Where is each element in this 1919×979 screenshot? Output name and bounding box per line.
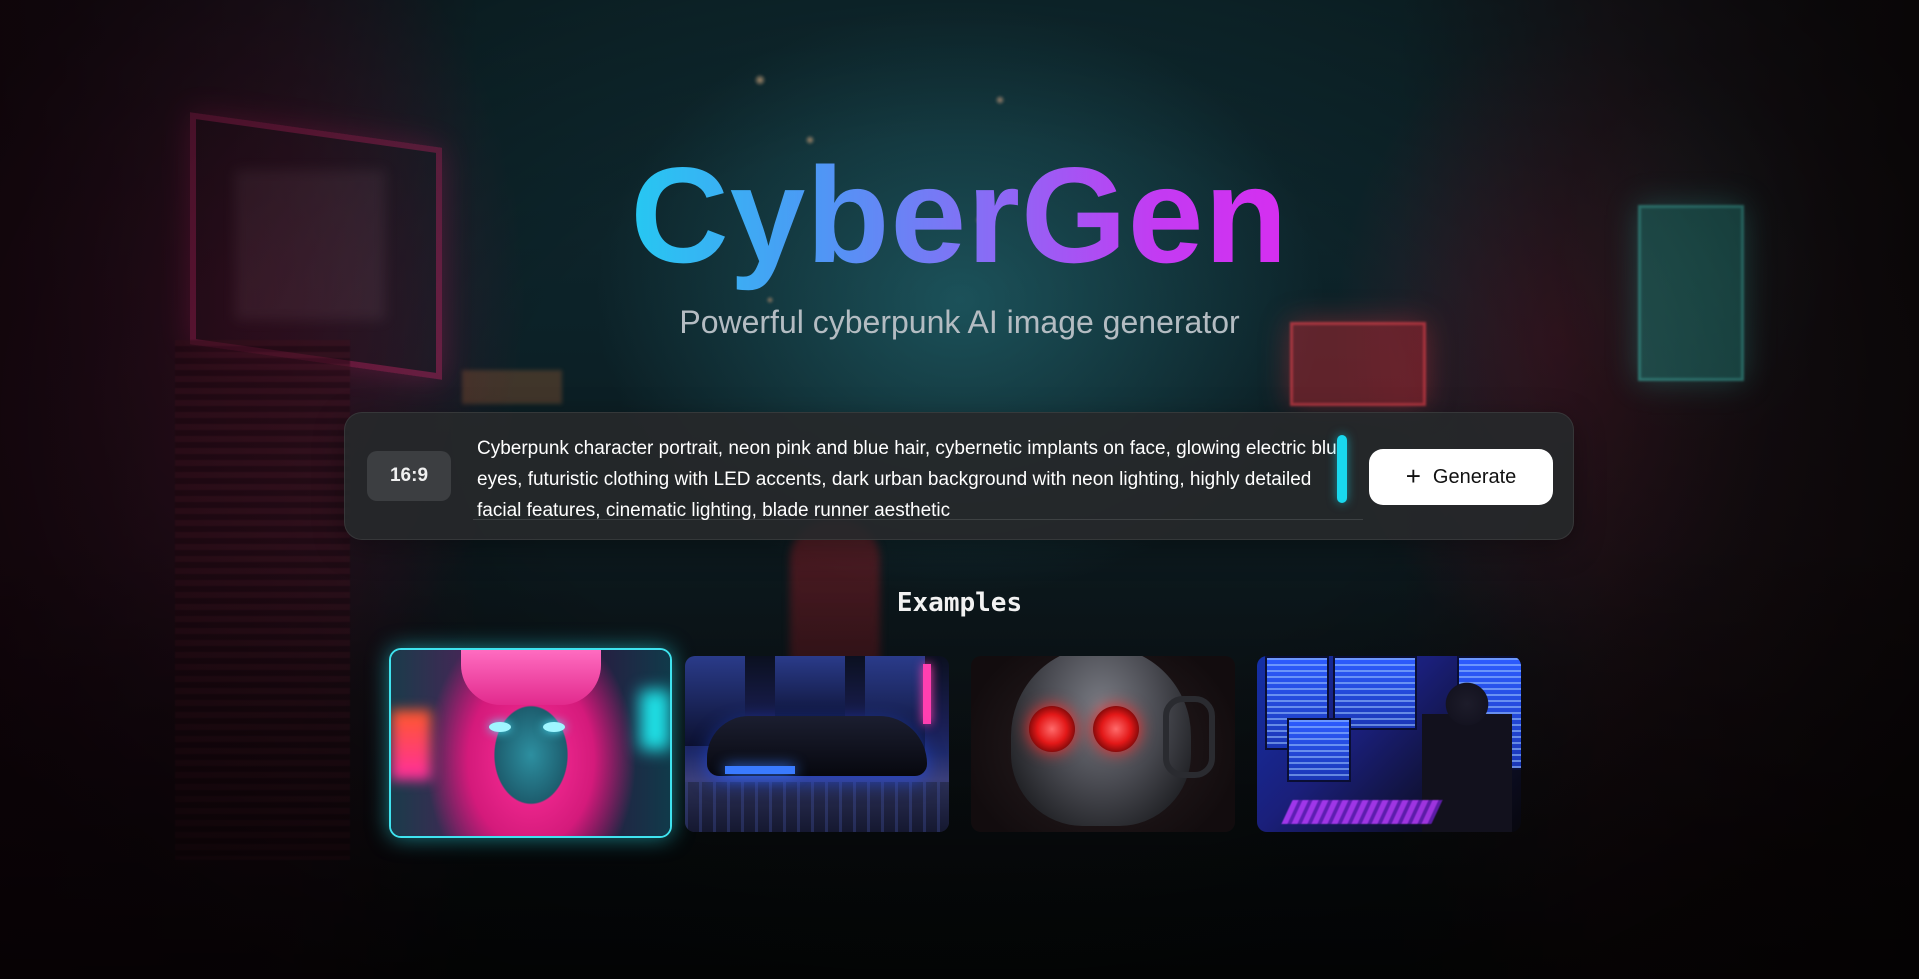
example-thumbnail-hacker[interactable] xyxy=(1257,656,1521,832)
hacker-screen xyxy=(1287,718,1351,782)
generate-button[interactable]: + Generate xyxy=(1369,449,1553,505)
car-neon-strip xyxy=(923,664,931,724)
example-image-robot xyxy=(971,656,1235,832)
prompt-divider xyxy=(473,519,1363,520)
app-subtitle: Powerful cyberpunk AI image generator xyxy=(679,304,1240,340)
page: CyberGen Powerful cyberpunk AI image gen… xyxy=(0,0,1919,979)
example-image-hacker xyxy=(1257,656,1521,832)
portrait-right-eye xyxy=(543,722,565,732)
hacker-keyboard xyxy=(1281,800,1443,824)
app-title: CyberGen xyxy=(0,140,1919,290)
app-title-text: CyberGen xyxy=(630,139,1289,291)
robot-headphone xyxy=(1163,696,1215,778)
prompt-bar: 16:9 Cyberpunk character portrait, neon … xyxy=(344,412,1574,540)
example-thumbnail-car[interactable] xyxy=(685,656,949,832)
portrait-side-light xyxy=(391,710,431,780)
example-image-car xyxy=(685,656,949,832)
aspect-ratio-button[interactable]: 16:9 xyxy=(367,451,451,501)
car-road xyxy=(685,782,949,832)
robot-right-eye xyxy=(1093,706,1139,752)
plus-icon: + xyxy=(1405,461,1421,491)
example-image-portrait xyxy=(391,650,670,836)
generate-button-label: Generate xyxy=(1432,465,1517,488)
portrait-side-light-cyan xyxy=(640,690,670,750)
portrait-hair xyxy=(461,650,601,705)
prompt-input[interactable]: Cyberpunk character portrait, neon pink … xyxy=(473,433,1353,529)
car-headlight xyxy=(725,766,795,774)
prompt-scrollbar-thumb[interactable] xyxy=(1337,435,1347,503)
portrait-left-eye xyxy=(489,722,511,732)
example-thumbnail-robot[interactable] xyxy=(971,656,1235,832)
robot-left-eye xyxy=(1029,706,1075,752)
examples-heading: Examples xyxy=(896,588,1023,618)
example-thumbnail-portrait[interactable] xyxy=(389,648,672,838)
